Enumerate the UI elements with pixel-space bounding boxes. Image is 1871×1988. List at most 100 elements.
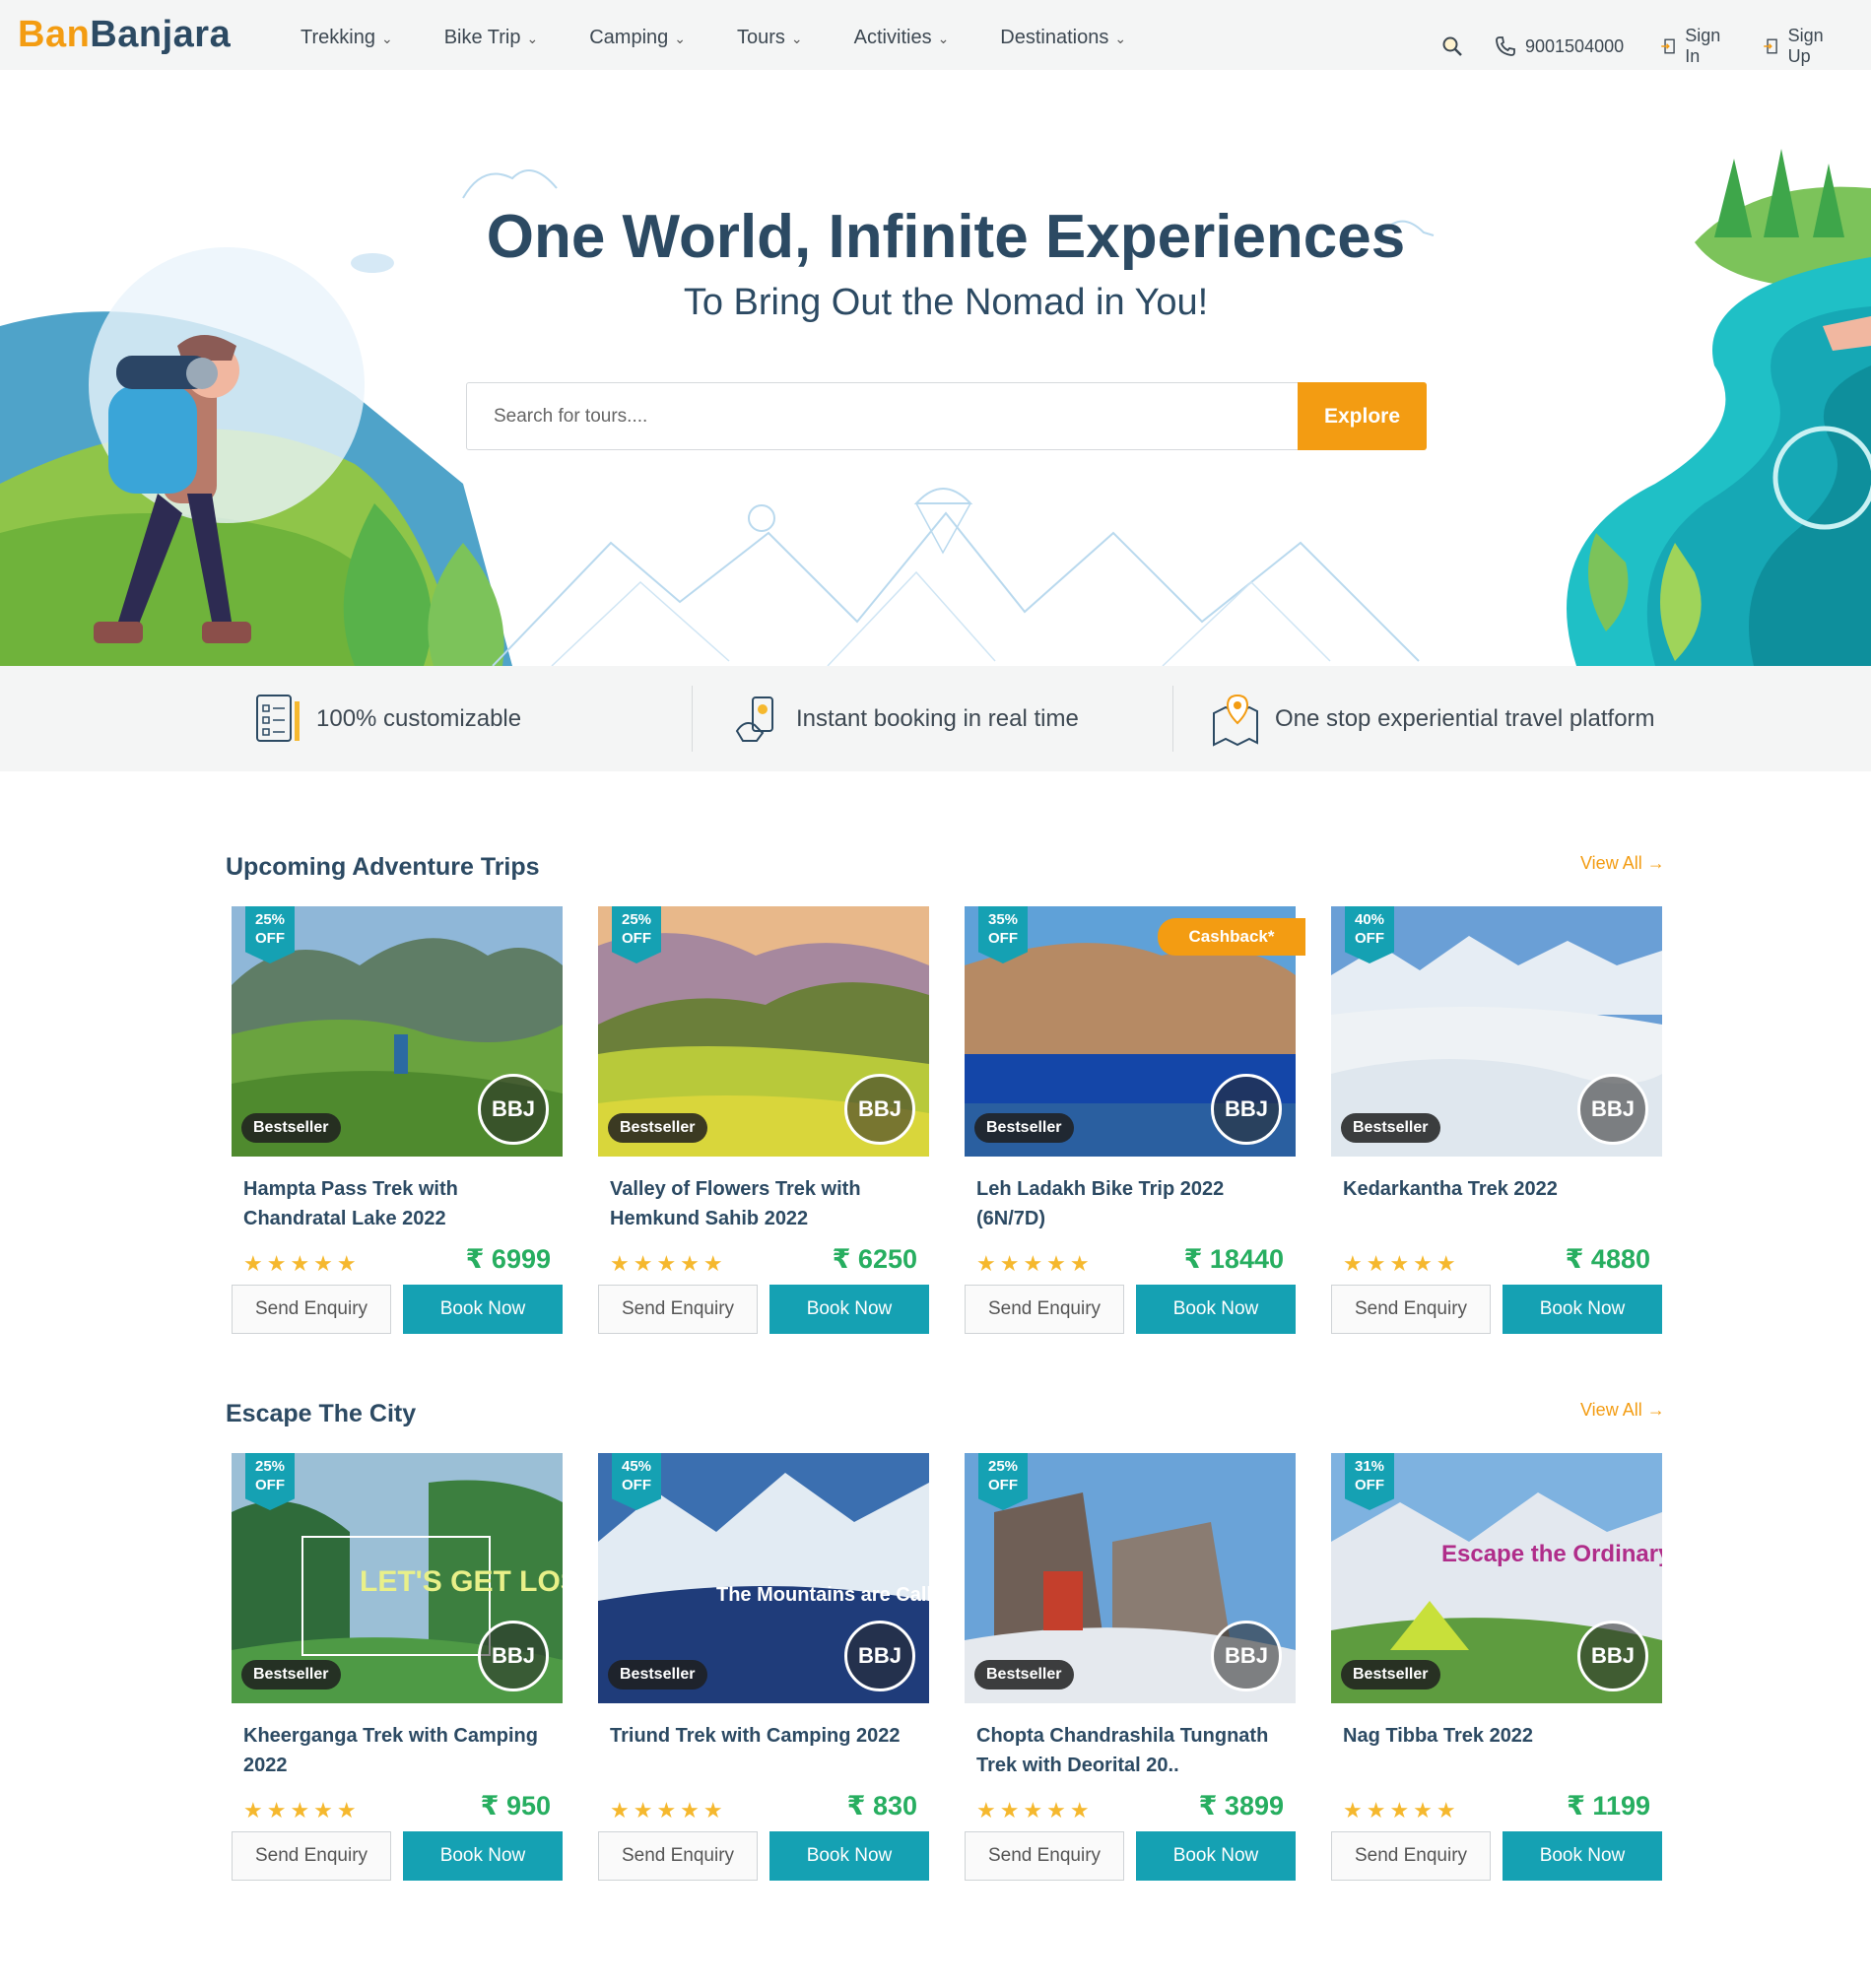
nav-item-label: Destinations bbox=[1000, 27, 1109, 48]
book-now-button[interactable]: Book Now bbox=[1136, 1831, 1296, 1881]
bestseller-badge: Bestseller bbox=[241, 1660, 341, 1690]
sign-in-label: Sign In bbox=[1685, 26, 1721, 66]
bestseller-badge: Bestseller bbox=[608, 1113, 707, 1143]
feature-one-stop: One stop experiential travel platform bbox=[1208, 666, 1655, 771]
chevron-down-icon: ⌄ bbox=[937, 31, 950, 46]
divider bbox=[1172, 686, 1173, 752]
send-enquiry-button[interactable]: Send Enquiry bbox=[965, 1831, 1124, 1881]
nav-item-label: Camping bbox=[589, 27, 669, 48]
hero-title: One World, Infinite Experiences bbox=[486, 203, 1406, 271]
chevron-down-icon: ⌄ bbox=[1114, 31, 1127, 46]
view-all-link[interactable]: View All → bbox=[1580, 853, 1665, 874]
trip-price: ₹ 1199 bbox=[1567, 1791, 1650, 1821]
book-now-button[interactable]: Book Now bbox=[1503, 1831, 1662, 1881]
image-text: The Mountains are Calling bbox=[716, 1584, 929, 1606]
trip-title[interactable]: Leh Ladakh Bike Trip 2022 (6N/7D) bbox=[976, 1174, 1272, 1233]
send-enquiry-button[interactable]: Send Enquiry bbox=[1331, 1285, 1491, 1334]
book-now-button[interactable]: Book Now bbox=[403, 1831, 563, 1881]
discount-off: OFF bbox=[622, 1477, 651, 1493]
phone-icon bbox=[1496, 36, 1515, 56]
trip-title[interactable]: Triund Trek with Camping 2022 bbox=[610, 1721, 905, 1751]
nav-item-tours[interactable]: Tours ⌄ bbox=[737, 27, 803, 49]
bbj-certified-badge: BBJ bbox=[478, 1621, 549, 1691]
brand-logo[interactable]: BanBanjara bbox=[18, 14, 231, 56]
main-menu: Trekking ⌄ Bike Trip ⌄ Camping ⌄ Tours ⌄ Act… bbox=[301, 27, 1126, 49]
feature-instant-booking: Instant booking in real time bbox=[729, 666, 1079, 771]
bbj-certified-badge: BBJ bbox=[844, 1621, 915, 1691]
sign-in-link[interactable]: Sign In bbox=[1659, 26, 1726, 67]
trip-title[interactable]: Hampta Pass Trek with Chandratal Lake 20… bbox=[243, 1174, 539, 1233]
trip-card[interactable]: 25% OFF Bestseller BBJ Chopta Chandrashil… bbox=[965, 1453, 1296, 1881]
nav-item-destinations[interactable]: Destinations ⌄ bbox=[1000, 27, 1126, 49]
divider bbox=[692, 686, 693, 752]
phone-link[interactable]: 9001504000 bbox=[1494, 34, 1624, 58]
image-text: Escape the Ordinary bbox=[1441, 1541, 1662, 1567]
view-all-link[interactable]: View All → bbox=[1580, 1400, 1665, 1421]
bbj-certified-badge: BBJ bbox=[478, 1074, 549, 1145]
send-enquiry-button[interactable]: Send Enquiry bbox=[232, 1831, 391, 1881]
rating-stars: ★★★★★ bbox=[976, 1251, 1094, 1276]
nav-item-trekking[interactable]: Trekking ⌄ bbox=[301, 27, 393, 49]
trip-card[interactable]: Escape the Ordinary 31% OFF Bestseller BB… bbox=[1331, 1453, 1662, 1881]
tour-search-box bbox=[466, 382, 1299, 450]
discount-off: OFF bbox=[1355, 930, 1384, 947]
book-now-button[interactable]: Book Now bbox=[403, 1285, 563, 1334]
discount-off: OFF bbox=[255, 930, 285, 947]
trip-price: ₹ 950 bbox=[480, 1791, 551, 1821]
phone-number: 9001504000 bbox=[1525, 35, 1625, 56]
trip-title[interactable]: Valley of Flowers Trek with Hemkund Sahi… bbox=[610, 1174, 905, 1233]
trip-title[interactable]: Kedarkantha Trek 2022 bbox=[1343, 1174, 1638, 1204]
trip-title[interactable]: Kheerganga Trek with Camping 2022 bbox=[243, 1721, 539, 1780]
send-enquiry-button[interactable]: Send Enquiry bbox=[598, 1831, 758, 1881]
trip-card[interactable]: 25% OFF Bestseller BBJ Hampta Pass Trek w… bbox=[232, 906, 563, 1334]
map-pin-icon bbox=[1213, 694, 1258, 747]
section-title-escape: Escape The City bbox=[226, 1400, 417, 1427]
bestseller-badge: Bestseller bbox=[1341, 1660, 1440, 1690]
trip-card[interactable]: 40% OFF Bestseller BBJ Kedarkantha Trek 2… bbox=[1331, 906, 1662, 1334]
nav-item-label: Trekking bbox=[301, 27, 375, 48]
sign-in-icon bbox=[1661, 38, 1675, 54]
book-now-button[interactable]: Book Now bbox=[769, 1831, 929, 1881]
search-button[interactable] bbox=[1440, 34, 1464, 58]
features-strip: 100% customizable Instant booking in rea… bbox=[0, 666, 1871, 771]
discount-off: OFF bbox=[255, 1477, 285, 1493]
discount-badge: 45% OFF bbox=[612, 1453, 661, 1510]
book-now-button[interactable]: Book Now bbox=[1503, 1285, 1662, 1334]
image-text: LET'S GET LOST bbox=[360, 1565, 563, 1598]
rating-stars: ★★★★★ bbox=[243, 1798, 361, 1822]
search-icon bbox=[1442, 36, 1462, 56]
trip-price: ₹ 3899 bbox=[1198, 1791, 1284, 1821]
nav-item-camping[interactable]: Camping ⌄ bbox=[589, 27, 686, 49]
trip-card[interactable]: 25% OFF Bestseller BBJ Valley of Flowers … bbox=[598, 906, 929, 1334]
discount-value: 31% bbox=[1354, 1458, 1385, 1475]
book-now-button[interactable]: Book Now bbox=[769, 1285, 929, 1334]
trip-title[interactable]: Chopta Chandrashila Tungnath Trek with D… bbox=[976, 1721, 1272, 1780]
bestseller-badge: Bestseller bbox=[974, 1113, 1074, 1143]
send-enquiry-button[interactable]: Send Enquiry bbox=[232, 1285, 391, 1334]
chevron-down-icon: ⌄ bbox=[790, 31, 803, 46]
discount-badge: 25% OFF bbox=[612, 906, 661, 963]
tour-search-input[interactable] bbox=[467, 383, 1298, 449]
bestseller-badge: Bestseller bbox=[1341, 1113, 1440, 1143]
trip-card[interactable]: The Mountains are Calling 45% OFF Bestsel… bbox=[598, 1453, 929, 1881]
send-enquiry-button[interactable]: Send Enquiry bbox=[1331, 1831, 1491, 1881]
nav-item-bike-trip[interactable]: Bike Trip ⌄ bbox=[444, 27, 539, 49]
rating-stars: ★★★★★ bbox=[1343, 1798, 1460, 1822]
explore-button[interactable]: Explore bbox=[1298, 382, 1427, 450]
bestseller-badge: Bestseller bbox=[608, 1660, 707, 1690]
nav-item-activities[interactable]: Activities ⌄ bbox=[854, 27, 950, 49]
logo-part-1: Ban bbox=[18, 14, 91, 55]
trip-title[interactable]: Nag Tibba Trek 2022 bbox=[1343, 1721, 1638, 1751]
sign-up-link[interactable]: Sign Up bbox=[1762, 26, 1836, 67]
send-enquiry-button[interactable]: Send Enquiry bbox=[965, 1285, 1124, 1334]
trip-card[interactable]: 35% OFF Cashback* Bestseller BBJ Leh Lada… bbox=[965, 906, 1305, 1334]
send-enquiry-button[interactable]: Send Enquiry bbox=[598, 1285, 758, 1334]
feature-label: 100% customizable bbox=[316, 704, 522, 732]
discount-value: 25% bbox=[987, 1458, 1019, 1475]
nav-item-label: Tours bbox=[737, 27, 785, 48]
trip-price: ₹ 4880 bbox=[1565, 1244, 1650, 1274]
discount-value: 25% bbox=[254, 911, 286, 928]
trip-card[interactable]: LET'S GET LOST 25% OFF Bestseller BBJ Khe… bbox=[232, 1453, 563, 1881]
chevron-down-icon: ⌄ bbox=[380, 31, 393, 46]
book-now-button[interactable]: Book Now bbox=[1136, 1285, 1296, 1334]
